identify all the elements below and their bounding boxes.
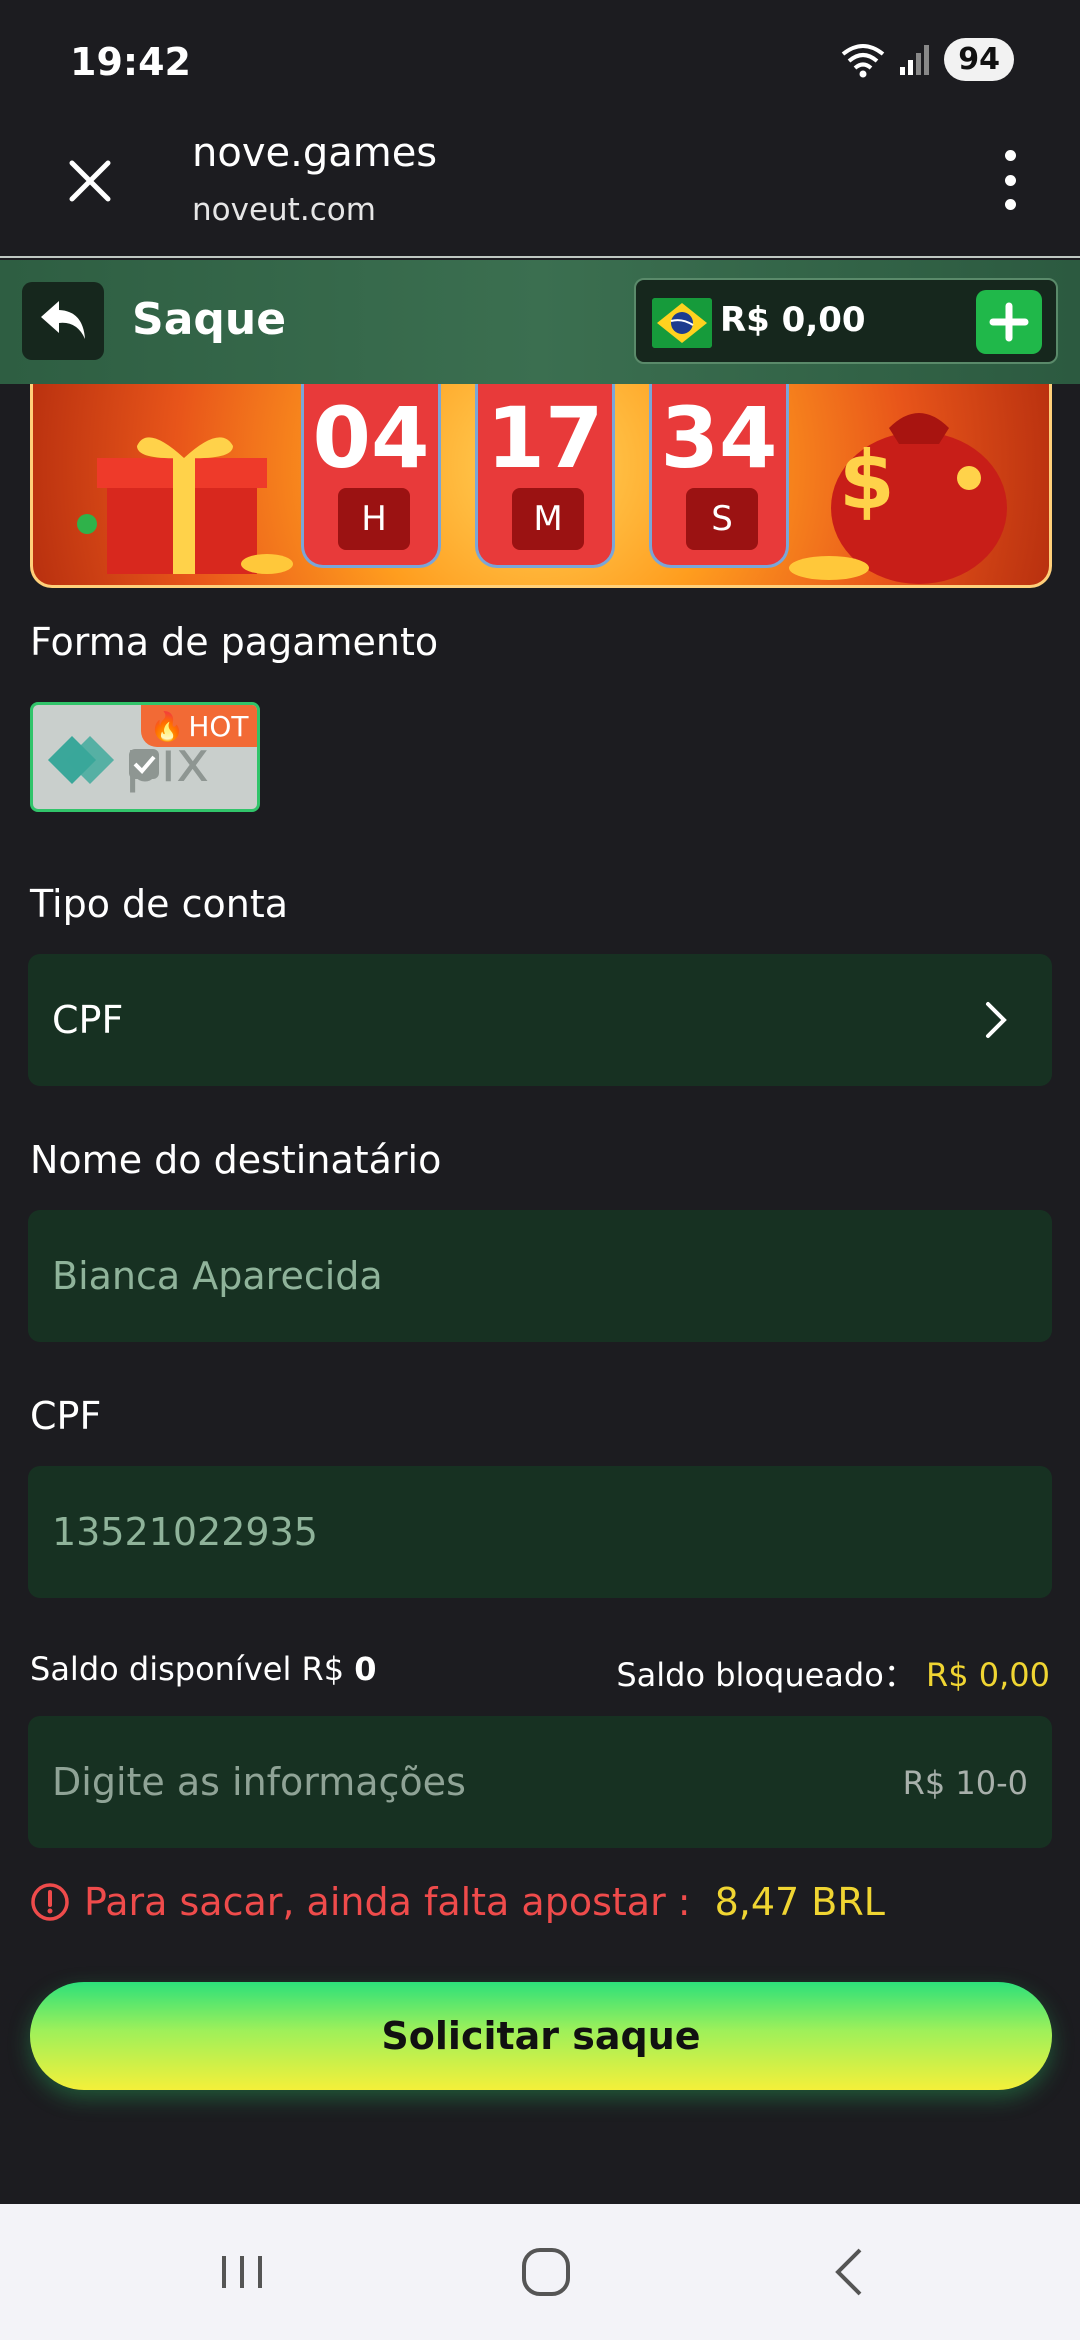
cpf-field[interactable]: 13521022935 — [28, 1466, 1052, 1598]
site-url: noveut.com — [192, 192, 376, 228]
dot-icon — [1004, 174, 1016, 186]
request-withdrawal-button[interactable]: Solicitar saque — [30, 1982, 1052, 2090]
balance-amount: R$ 0,00 — [720, 300, 866, 340]
browser-bar: nove.games noveut.com — [0, 120, 1080, 258]
wifi-icon — [842, 43, 885, 77]
countdown-minutes-value: 17 — [486, 389, 604, 487]
blocked-balance-label: Saldo bloqueado： — [616, 1656, 916, 1694]
countdown-seconds-unit: S — [686, 488, 758, 550]
recipient-label: Nome do destinatário — [30, 1138, 442, 1182]
system-nav-bar — [0, 2204, 1080, 2340]
countdown-seconds: 34 S — [649, 384, 789, 568]
wager-warning-amount: 8,47 BRL — [714, 1880, 885, 1924]
amount-range: R$ 10-0 — [902, 1764, 1028, 1802]
countdown-minutes-unit: M — [512, 488, 584, 550]
screen: 19:42 94 nove.games noveut.com Saque R$ … — [0, 0, 1080, 2340]
close-icon — [69, 160, 111, 202]
battery-indicator: 94 — [944, 38, 1014, 81]
countdown-hours: 04 H — [301, 384, 441, 568]
amount-placeholder: Digite as informações — [52, 1760, 466, 1804]
recipient-name-value: Bianca Aparecida — [52, 1254, 383, 1298]
countdown-hours-value: 04 — [312, 389, 430, 487]
back-nav-icon[interactable] — [808, 2242, 888, 2302]
wager-warning: Para sacar, ainda falta apostar : 8,47 B… — [30, 1880, 885, 1924]
account-type-select[interactable]: CPF — [28, 954, 1052, 1086]
dot-icon — [1004, 150, 1016, 161]
site-title: nove.games — [192, 130, 438, 176]
account-type-value: CPF — [52, 998, 124, 1042]
wager-warning-text: Para sacar, ainda falta apostar : — [84, 1880, 691, 1924]
app-header: Saque R$ 0,00 — [0, 260, 1080, 384]
recipient-name-field[interactable]: Bianca Aparecida — [28, 1210, 1052, 1342]
pix-payment-option[interactable]: pix 🔥 HOT — [30, 702, 260, 812]
deposit-button[interactable] — [976, 290, 1042, 354]
gift-box-icon — [77, 437, 293, 574]
chevron-right-icon — [986, 1002, 1007, 1038]
available-balance: Saldo disponível R$ 0 — [30, 1650, 377, 1688]
available-balance-value: 0 — [354, 1650, 377, 1688]
hot-badge-label: HOT — [188, 709, 249, 743]
blocked-balance: Saldo bloqueado： R$ 0,00 — [616, 1650, 1050, 1696]
available-balance-label: Saldo disponível R$ — [30, 1650, 345, 1688]
payment-method-label: Forma de pagamento — [30, 620, 439, 664]
back-button[interactable] — [22, 282, 104, 360]
countdown-seconds-value: 34 — [660, 389, 778, 487]
account-type-label: Tipo de conta — [30, 882, 289, 926]
more-options-button[interactable] — [1000, 150, 1020, 210]
blocked-balance-value: R$ 0,00 — [925, 1656, 1050, 1694]
signal-icon — [900, 44, 930, 75]
amount-field[interactable]: Digite as informações R$ 10-0 — [28, 1716, 1052, 1848]
promo-banner[interactable]: 04 H 17 M 34 S $ — [30, 384, 1052, 588]
countdown-minutes: 17 M — [475, 384, 615, 568]
svg-text:$: $ — [839, 434, 895, 527]
cpf-value: 13521022935 — [52, 1510, 318, 1554]
status-bar: 19:42 94 — [0, 0, 1080, 120]
alert-icon — [31, 1883, 69, 1921]
cpf-label: CPF — [30, 1394, 102, 1438]
money-bag-icon: $ — [789, 413, 1007, 584]
dot-icon — [1004, 199, 1016, 210]
brazil-flag-icon — [652, 298, 712, 348]
back-arrow-icon — [41, 301, 85, 339]
status-icons: 94 — [840, 38, 1014, 81]
hot-badge: 🔥 HOT — [141, 705, 257, 747]
balance-widget: R$ 0,00 — [634, 278, 1058, 364]
plus-icon — [989, 302, 1029, 342]
home-icon[interactable] — [506, 2242, 586, 2302]
status-time: 19:42 — [70, 40, 191, 84]
page-title: Saque — [132, 294, 287, 345]
countdown-hours-unit: H — [338, 488, 410, 550]
close-button[interactable] — [64, 155, 116, 207]
recent-apps-icon[interactable] — [202, 2242, 282, 2302]
fire-icon: 🔥 — [149, 709, 185, 743]
